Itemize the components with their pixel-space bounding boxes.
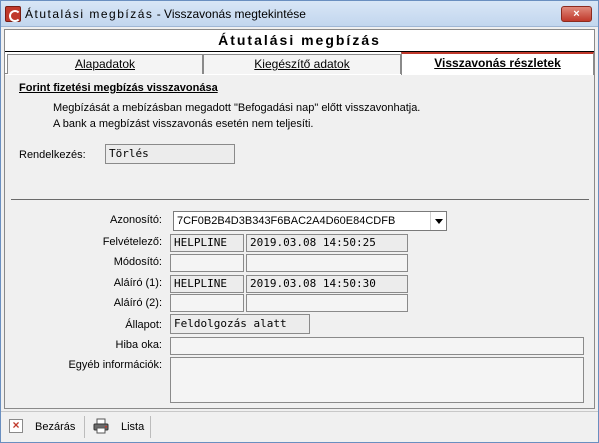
rendelkezes-field: Törlés bbox=[105, 144, 235, 164]
window-title: Átutalási megbízás - Visszavonás megteki… bbox=[25, 7, 306, 21]
tab-panel: Forint fizetési megbízás visszavonása Me… bbox=[5, 75, 594, 408]
felvetelezo-label: Felvételező: bbox=[102, 236, 162, 248]
chevron-down-icon[interactable] bbox=[430, 212, 446, 230]
tab-label: Visszavonás részletek bbox=[434, 56, 561, 70]
window-title-sub: - Visszavonás megtekintése bbox=[153, 7, 306, 21]
allapot-field: Feldolgozás alatt bbox=[170, 314, 310, 334]
close-button-label: Bezárás bbox=[35, 421, 76, 433]
close-button[interactable]: Bezárás bbox=[35, 418, 75, 436]
tab-strip: Alapadatok Kiegészítő adatok Visszavonás… bbox=[5, 52, 594, 75]
form-area: Átutalási megbízás Alapadatok Kiegészítő… bbox=[4, 29, 595, 409]
alairo1-user: HELPLINE bbox=[170, 275, 244, 293]
bottom-toolbar: × Bezárás Lista bbox=[1, 411, 598, 442]
egyeb-label: Egyéb információk: bbox=[68, 359, 162, 371]
close-icon[interactable]: × bbox=[9, 419, 23, 433]
hiba-oka-label: Hiba oka: bbox=[115, 339, 162, 351]
app-icon bbox=[5, 6, 21, 22]
alairo1-time: 2019.03.08 14:50:30 bbox=[246, 275, 408, 293]
separator bbox=[11, 199, 589, 200]
modosito-user bbox=[170, 254, 244, 272]
info-text-1: Megbízását a mebízásban megadott "Befoga… bbox=[53, 102, 421, 114]
tab-visszavonas-reszletek[interactable]: Visszavonás részletek bbox=[401, 52, 594, 75]
azonosito-label: Azonosító: bbox=[110, 214, 162, 226]
alairo2-label: Aláíró (2): bbox=[113, 297, 162, 309]
tab-alapadatok[interactable]: Alapadatok bbox=[7, 54, 203, 74]
felvetelezo-user: HELPLINE bbox=[170, 234, 244, 252]
alairo2-user bbox=[170, 294, 244, 312]
modosito-label: Módosító: bbox=[113, 256, 162, 268]
form-title: Átutalási megbízás bbox=[218, 32, 381, 48]
hiba-oka-field bbox=[170, 337, 584, 355]
tab-label: Kiegészítő adatok bbox=[254, 57, 350, 71]
window-title-main: Átutalási megbízás bbox=[25, 7, 154, 21]
allapot-label: Állapot: bbox=[125, 319, 162, 331]
tab-label: Alapadatok bbox=[74, 57, 136, 71]
section-title: Forint fizetési megbízás visszavonása bbox=[19, 82, 218, 94]
printer-icon[interactable] bbox=[93, 418, 109, 434]
rendelkezes-label: Rendelkezés: bbox=[19, 149, 86, 161]
alairo1-label: Aláíró (1): bbox=[113, 277, 162, 289]
azonosito-value: 7CF0B2B4D3B343F6BAC2A4D60E84CDFB bbox=[177, 215, 396, 227]
info-text-2: A bank a megbízást visszavonás esetén ne… bbox=[53, 118, 314, 130]
main-window: Átutalási megbízás - Visszavonás megteki… bbox=[0, 0, 599, 443]
toolbar-divider bbox=[150, 416, 151, 438]
egyeb-field bbox=[170, 357, 584, 403]
alairo2-time bbox=[246, 294, 408, 312]
modosito-time bbox=[246, 254, 408, 272]
list-button-label: Lista bbox=[121, 421, 145, 433]
list-button[interactable]: Lista bbox=[121, 418, 144, 436]
tab-kiegeszito-adatok[interactable]: Kiegészítő adatok bbox=[203, 54, 401, 74]
felvetelezo-time: 2019.03.08 14:50:25 bbox=[246, 234, 408, 252]
title-bar: Átutalási megbízás - Visszavonás megteki… bbox=[1, 1, 598, 27]
window-close-button[interactable]: × bbox=[561, 6, 592, 22]
azonosito-select[interactable]: 7CF0B2B4D3B343F6BAC2A4D60E84CDFB bbox=[173, 211, 447, 231]
form-header: Átutalási megbízás bbox=[5, 30, 594, 52]
toolbar-divider bbox=[84, 416, 85, 438]
